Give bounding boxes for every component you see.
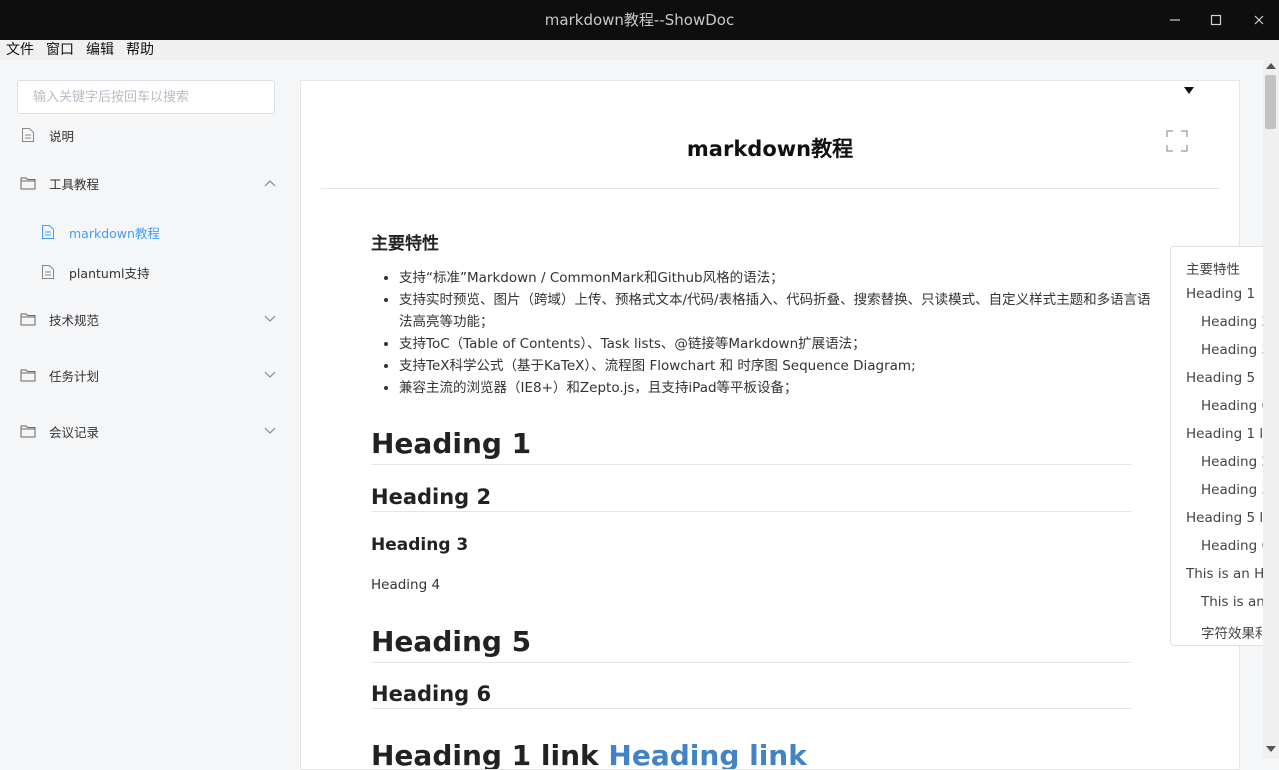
feature-list: 支持“标准”Markdown / CommonMark和Github风格的语法；…: [371, 267, 1159, 399]
heading-link[interactable]: Heading link: [608, 739, 806, 769]
sidebar-item-markdown[interactable]: markdown教程: [40, 221, 160, 243]
maximize-button[interactable]: [1196, 0, 1236, 40]
list-item: 支持实时预览、图片（跨域）上传、预格式文本/代码/表格插入、代码折叠、搜索替换、…: [399, 289, 1159, 333]
chevron-down-icon[interactable]: [263, 312, 277, 326]
sidebar-item-tool-tutorials[interactable]: 工具教程: [20, 172, 99, 194]
toc-item[interactable]: This is an: [1201, 594, 1265, 610]
minimize-button[interactable]: [1155, 0, 1195, 40]
list-item: 支持“标准”Markdown / CommonMark和Github风格的语法；: [399, 267, 1159, 289]
search-input[interactable]: [17, 80, 275, 114]
document-icon: [20, 127, 36, 143]
window-titlebar: markdown教程--ShowDoc: [0, 0, 1279, 40]
chevron-down-icon[interactable]: [263, 424, 277, 438]
heading-4: Heading 4: [371, 577, 441, 593]
section-heading: 主要特性: [371, 234, 439, 254]
toc-item[interactable]: Heading 6: [1201, 538, 1269, 554]
close-icon: [1254, 15, 1264, 25]
sidebar-item-label: plantuml支持: [69, 265, 150, 281]
toc-item[interactable]: This is an H1: [1186, 566, 1269, 582]
folder-icon: [20, 311, 36, 327]
sidebar-item-plantuml[interactable]: plantuml支持: [40, 261, 149, 283]
document-icon: [40, 224, 56, 240]
sidebar-item-label: 技术规范: [49, 312, 100, 328]
fullscreen-icon[interactable]: [1166, 130, 1188, 152]
folder-icon: [20, 367, 36, 383]
sidebar: 说明 工具教程 markdown教程 plantuml支持 技术规范 任务计: [0, 60, 295, 759]
heading-6: Heading 6: [371, 682, 1131, 709]
minimize-icon: [1170, 19, 1180, 21]
toc-item[interactable]: 字符效果利: [1201, 622, 1269, 642]
sidebar-item-label: 任务计划: [49, 368, 100, 384]
list-item: 支持ToC（Table of Contents）、Task lists、@链接等…: [399, 333, 1159, 355]
folder-icon: [20, 423, 36, 439]
menu-help[interactable]: 帮助: [120, 40, 154, 60]
toc-item[interactable]: 主要特性: [1186, 258, 1240, 278]
toc-item[interactable]: Heading 1: [1186, 286, 1255, 302]
toc-item[interactable]: Heading 1 li: [1186, 426, 1267, 442]
scroll-thumb[interactable]: [1265, 75, 1276, 129]
menu-file[interactable]: 文件: [0, 40, 34, 60]
sidebar-item-label: 会议记录: [49, 424, 100, 440]
toc-item[interactable]: Heading 2: [1201, 314, 1269, 330]
list-item: 支持TeX科学公式（基于KaTeX）、流程图 Flowchart 和 时序图 S…: [399, 355, 1159, 377]
toc-item[interactable]: Heading 3: [1201, 342, 1269, 358]
document-panel: markdown教程 主要特性 支持“标准”Markdown / CommonM…: [300, 80, 1240, 770]
scroll-down-icon[interactable]: [1266, 746, 1276, 752]
title-divider: [321, 188, 1219, 189]
heading-1: Heading 1: [371, 427, 1131, 465]
vertical-scrollbar[interactable]: [1263, 60, 1279, 759]
sidebar-item-intro[interactable]: 说明: [20, 124, 74, 146]
heading-5: Heading 5: [371, 625, 1131, 663]
sidebar-item-meeting-notes[interactable]: 会议记录: [20, 420, 99, 442]
sidebar-item-label: 工具教程: [49, 176, 100, 192]
chevron-up-icon[interactable]: [263, 176, 277, 190]
sidebar-item-tech-spec[interactable]: 技术规范: [20, 308, 99, 330]
heading-3: Heading 3: [371, 535, 469, 555]
heading-1-link: Heading 1 link Heading link: [371, 739, 1131, 770]
caret-down-icon[interactable]: [1184, 87, 1194, 94]
toc-item[interactable]: Heading 5 li: [1186, 510, 1267, 526]
window-title: markdown教程--ShowDoc: [544, 11, 735, 29]
toc-item[interactable]: Heading 2: [1201, 454, 1269, 470]
sidebar-item-label: 说明: [49, 128, 75, 144]
scroll-up-icon[interactable]: [1266, 63, 1276, 69]
menu-bar: 文件 窗口 编辑 帮助: [0, 40, 1279, 60]
toc-item[interactable]: Heading 6: [1201, 398, 1269, 414]
close-button[interactable]: [1239, 0, 1279, 40]
table-of-contents: 主要特性 Heading 1 Heading 2 Heading 3 Headi…: [1170, 246, 1270, 646]
heading-1-link-prefix: Heading 1 link: [371, 739, 609, 770]
sidebar-item-task-plan[interactable]: 任务计划: [20, 364, 99, 386]
heading-2: Heading 2: [371, 485, 1131, 512]
sidebar-item-label: markdown教程: [69, 225, 160, 241]
document-icon: [40, 264, 56, 280]
chevron-down-icon[interactable]: [263, 368, 277, 382]
maximize-icon: [1210, 14, 1222, 26]
list-item: 兼容主流的浏览器（IE8+）和Zepto.js，且支持iPad等平板设备；: [399, 377, 1159, 399]
toc-item[interactable]: Heading 5: [1186, 370, 1255, 386]
page-title: markdown教程: [686, 137, 854, 161]
menu-edit[interactable]: 编辑: [80, 40, 114, 60]
folder-icon: [20, 175, 36, 191]
toc-item[interactable]: Heading 3: [1201, 482, 1269, 498]
menu-window[interactable]: 窗口: [40, 40, 74, 60]
